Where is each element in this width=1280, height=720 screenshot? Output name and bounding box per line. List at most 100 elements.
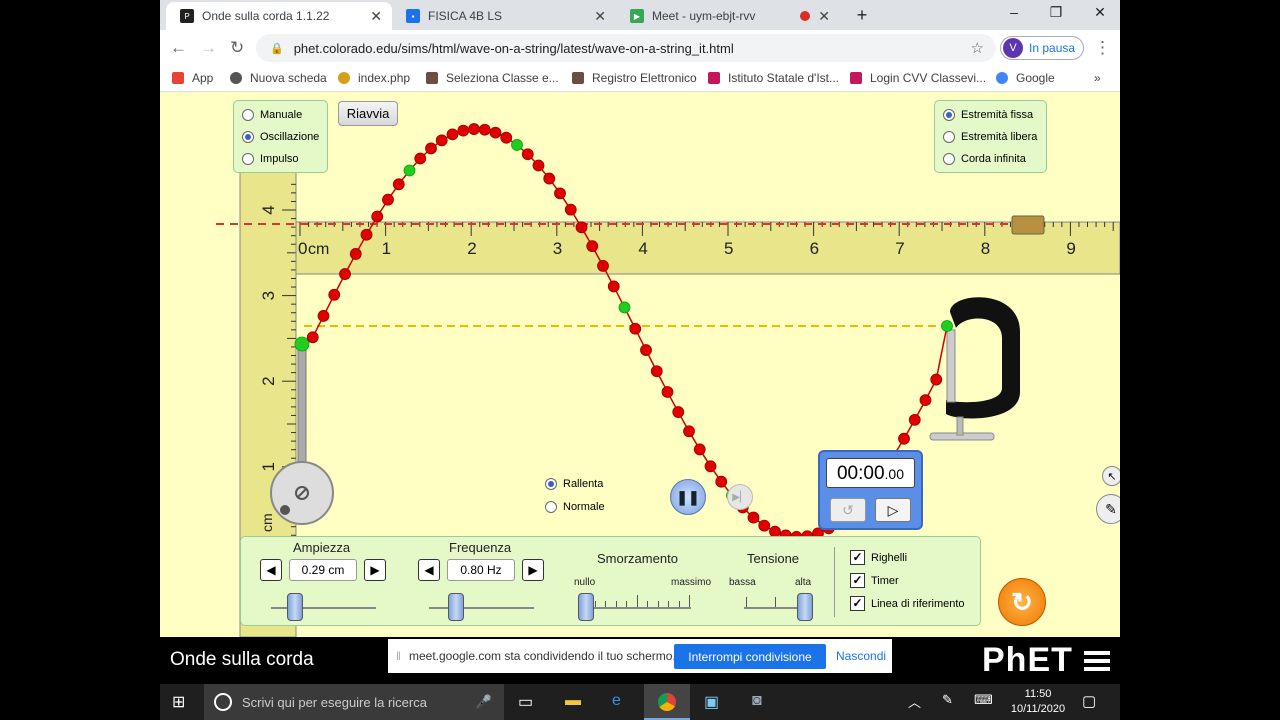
frequency-slider-track[interactable] [429,607,534,609]
damping-slider-track[interactable] [581,607,691,609]
timer-reset-button[interactable]: ↺ [830,498,866,522]
string-bead[interactable] [468,123,480,135]
amplitude-increase-button[interactable]: ▶ [364,559,386,581]
radio-impulso[interactable]: Impulso [242,153,299,165]
new-tab-button[interactable]: + [842,5,882,26]
bookmark-registro[interactable]: Registro Elettronico [572,71,697,85]
bookmark-index[interactable]: index.php [338,71,410,85]
string-bead[interactable] [597,260,609,272]
string-bead[interactable] [672,406,685,418]
amplitude-decrease-button[interactable]: ◀ [260,559,282,581]
notifications-icon[interactable]: ▢ [1082,692,1096,710]
radio-oscillazione[interactable]: Oscillazione [242,131,319,143]
url-field[interactable]: 🔒 phet.colorado.edu/sims/html/wave-on-a-… [256,34,996,62]
string-bead[interactable] [704,460,717,473]
hamburger-menu-icon[interactable] [1084,651,1110,671]
back-icon[interactable]: ← [170,38,187,58]
notes-app-icon[interactable]: ▣ [704,692,719,712]
string-bead[interactable] [564,203,577,216]
string-bead[interactable] [640,344,652,356]
string-bead[interactable] [500,131,513,144]
string-bead[interactable] [693,443,706,456]
string-bead[interactable] [511,139,523,151]
checkbox-timer[interactable]: ✓ Timer [850,573,899,588]
radio-rallenta[interactable]: Rallenta [545,478,603,490]
menu-icon[interactable]: ⋮ [1094,38,1111,58]
string-bead[interactable] [457,124,470,137]
timer-play-button[interactable]: ▷ [875,498,911,522]
reset-all-button[interactable]: ↻ [998,578,1046,626]
radio-estremita-fissa[interactable]: Estremità fissa [943,109,1033,121]
horizontal-ruler[interactable]: 0 1 2 3 4 5 6 7 8 9 cm [295,221,1120,275]
string-bead[interactable] [414,152,427,165]
radio-corda-infinita[interactable]: Corda infinita [943,153,1026,165]
damping-slider-thumb[interactable] [578,593,594,621]
frequency-decrease-button[interactable]: ◀ [418,559,440,581]
string-bead[interactable] [306,331,319,344]
string-bead[interactable] [661,386,674,398]
reload-icon[interactable]: ↻ [230,38,244,58]
bookmark-login-cvv[interactable]: Login CVV Classevi... [850,71,986,85]
radio-normale[interactable]: Normale [545,501,605,513]
string-bead[interactable] [629,322,642,335]
windows-start-icon[interactable]: ⊞ [172,692,185,712]
bookmark-app[interactable]: App [172,71,213,85]
amplitude-slider-thumb[interactable] [287,593,303,621]
oscillator-wheel[interactable] [270,461,334,525]
string-bead[interactable] [349,248,362,260]
string-bead[interactable] [941,320,953,332]
bookmark-seleziona-classe[interactable]: Seleziona Classe e... [426,71,559,85]
string-bead[interactable] [607,280,620,293]
string-bead[interactable] [371,210,384,223]
pen-workspace-icon[interactable]: ✎ [942,692,953,708]
tab-meet[interactable]: ▶ Meet - uym-ebjt-rvv ✕ [616,2,840,30]
close-window-button[interactable]: ✕ [1080,4,1120,21]
string-bead[interactable] [618,301,631,314]
camera-app-icon[interactable]: ◙ [752,692,762,710]
taskbar-chrome[interactable] [644,684,690,720]
close-tab-icon[interactable]: ✕ [594,8,606,25]
edge-icon[interactable]: e [612,692,621,710]
string-bead[interactable] [715,475,728,488]
cursor-tool-icon[interactable]: ↖ [1102,466,1120,486]
reference-line-handle[interactable] [1011,215,1045,235]
radio-manuale[interactable]: Manuale [242,109,302,121]
stop-sharing-button[interactable]: Interrompi condivisione [674,644,826,669]
string-bead[interactable] [435,134,448,147]
taskbar-search[interactable]: Scrivi qui per eseguire la ricerca 🎤 [204,684,504,720]
string-bead[interactable] [403,164,416,177]
tab-onde[interactable]: P Onde sulla corda 1.1.22 ✕ [166,2,392,30]
string-bead[interactable] [554,187,566,200]
string-bead[interactable] [382,193,394,206]
string-bead[interactable] [930,373,943,386]
radio-estremita-libera[interactable]: Estremità libera [943,131,1037,143]
pause-button[interactable]: ❚❚ [670,479,706,515]
string-bead[interactable] [328,288,341,301]
frequency-slider-thumb[interactable] [448,593,464,621]
drag-handle-icon[interactable]: ‖ [396,649,401,663]
close-tab-icon[interactable]: ✕ [818,8,830,25]
pen-tool-icon[interactable]: ✎ [1096,494,1120,524]
string-bead[interactable] [360,228,373,241]
keyboard-icon[interactable]: ⌨ [974,692,993,708]
string-bead[interactable] [575,221,588,234]
string-bead[interactable] [392,178,405,191]
frequency-increase-button[interactable]: ▶ [522,559,544,581]
string-bead[interactable] [747,511,760,524]
checkbox-linea-riferimento[interactable]: ✓ Linea di riferimento [850,596,965,611]
string-bead[interactable] [521,148,534,161]
string-bead[interactable] [919,394,932,406]
string-bead[interactable] [478,123,491,136]
task-view-icon[interactable]: ▭ [518,692,533,712]
string-bead[interactable] [317,310,330,322]
string-bead[interactable] [898,432,910,445]
close-tab-icon[interactable]: ✕ [370,8,382,25]
taskbar-clock[interactable]: 11:50 10/11/2020 [1006,687,1070,717]
tray-chevron-icon[interactable]: ︿ [908,692,921,711]
string-bead[interactable] [758,519,771,532]
string-bead[interactable] [586,240,599,253]
bookmark-google[interactable]: Google [996,71,1055,85]
string-bead[interactable] [339,268,351,280]
profile-button[interactable]: V In pausa [1000,36,1084,60]
more-bookmarks-icon[interactable]: » [1094,71,1101,85]
